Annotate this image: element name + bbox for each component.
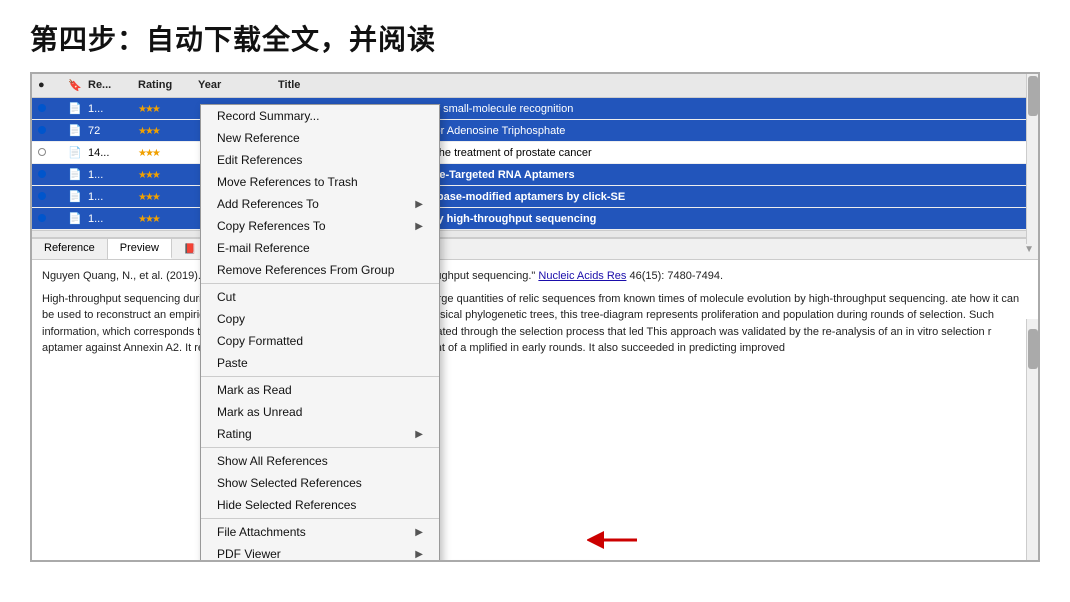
preview-citation: Nguyen Quang, N., et al. (2019). "Emerge… <box>42 268 1028 285</box>
ctx-copy-references-to[interactable]: Copy References To ▶ <box>201 215 439 237</box>
col-header-rating: Rating <box>132 77 192 94</box>
separator4 <box>201 518 439 519</box>
app-window: ● 🔖 Re... Rating Year Title 📄 1... ★★★ o… <box>30 72 1040 562</box>
ctx-paste[interactable]: Paste <box>201 352 439 374</box>
separator1 <box>201 283 439 284</box>
horizontal-scrollbar[interactable] <box>32 230 1038 238</box>
col-header-title: Title <box>272 77 1038 94</box>
col-header-num: Re... <box>82 77 132 94</box>
table-row[interactable]: 📄 14... ★★★ xic aptamer-drug conjugates … <box>32 142 1038 164</box>
preview-pane: Nguyen Quang, N., et al. (2019). "Emerge… <box>32 260 1038 480</box>
col-header-status: ● <box>32 77 62 94</box>
ctx-copy-formatted[interactable]: Copy Formatted <box>201 330 439 352</box>
ctx-rating[interactable]: Rating ▶ <box>201 423 439 445</box>
ctx-email-reference[interactable]: E-mail Reference <box>201 237 439 259</box>
table-row[interactable]: 📄 72 ★★★ ng for Cytometric Bead Assays f… <box>32 120 1038 142</box>
ctx-edit-references[interactable]: Edit References <box>201 149 439 171</box>
ctx-record-summary[interactable]: Record Summary... <box>201 105 439 127</box>
ctx-hide-selected[interactable]: Hide Selected References <box>201 494 439 516</box>
separator2 <box>201 376 439 377</box>
col-header-year: Year <box>192 77 272 94</box>
page-title: 第四步：自动下载全文，并阅读 <box>0 0 1070 72</box>
table-row[interactable]: 📄 1... ★★★ Identification of Skeletal-Mu… <box>32 164 1038 186</box>
separator3 <box>201 447 439 448</box>
ctx-copy[interactable]: Copy <box>201 308 439 330</box>
table-row[interactable]: 📄 1... ★★★ aging of molecular evolution … <box>32 208 1038 230</box>
pdf-icon: 📕 <box>184 244 196 255</box>
preview-scrollbar[interactable] <box>1026 319 1038 562</box>
ctx-pdf-viewer[interactable]: PDF Viewer ▶ <box>201 543 439 562</box>
context-menu: Record Summary... New Reference Edit Ref… <box>200 104 440 562</box>
red-arrow <box>587 524 637 551</box>
ctx-remove-from-group[interactable]: Remove References From Group <box>201 259 439 281</box>
table-scrollbar[interactable] <box>1026 74 1038 244</box>
col-header-icon: 🔖 <box>62 77 82 94</box>
ctx-show-selected[interactable]: Show Selected References <box>201 472 439 494</box>
preview-body: High-throughput sequencing during rounds… <box>42 291 1028 357</box>
ctx-mark-read[interactable]: Mark as Read <box>201 379 439 401</box>
ctx-file-attachments[interactable]: File Attachments ▶ <box>201 521 439 543</box>
tabs-bar: Reference Preview 📕 Nguyen Cu... ▼ <box>32 238 1038 260</box>
table-row[interactable]: 📄 1... ★★★ and characterization of nucle… <box>32 186 1038 208</box>
ctx-cut[interactable]: Cut <box>201 286 439 308</box>
preview-scrollbar-thumb <box>1028 329 1038 369</box>
nucleic-acids-link[interactable]: Nucleic Acids Res <box>538 270 626 282</box>
tab-reference[interactable]: Reference <box>32 239 108 259</box>
ctx-show-all[interactable]: Show All References <box>201 450 439 472</box>
scrollbar-thumb <box>1028 76 1038 116</box>
ctx-mark-unread[interactable]: Mark as Unread <box>201 401 439 423</box>
ctx-new-reference[interactable]: New Reference <box>201 127 439 149</box>
table-header: ● 🔖 Re... Rating Year Title <box>32 74 1038 98</box>
table-row[interactable]: 📄 1... ★★★ on of an XNA aptamer capable … <box>32 98 1038 120</box>
ctx-add-references-to[interactable]: Add References To ▶ <box>201 193 439 215</box>
ctx-move-trash[interactable]: Move References to Trash <box>201 171 439 193</box>
tab-preview[interactable]: Preview <box>108 239 172 259</box>
